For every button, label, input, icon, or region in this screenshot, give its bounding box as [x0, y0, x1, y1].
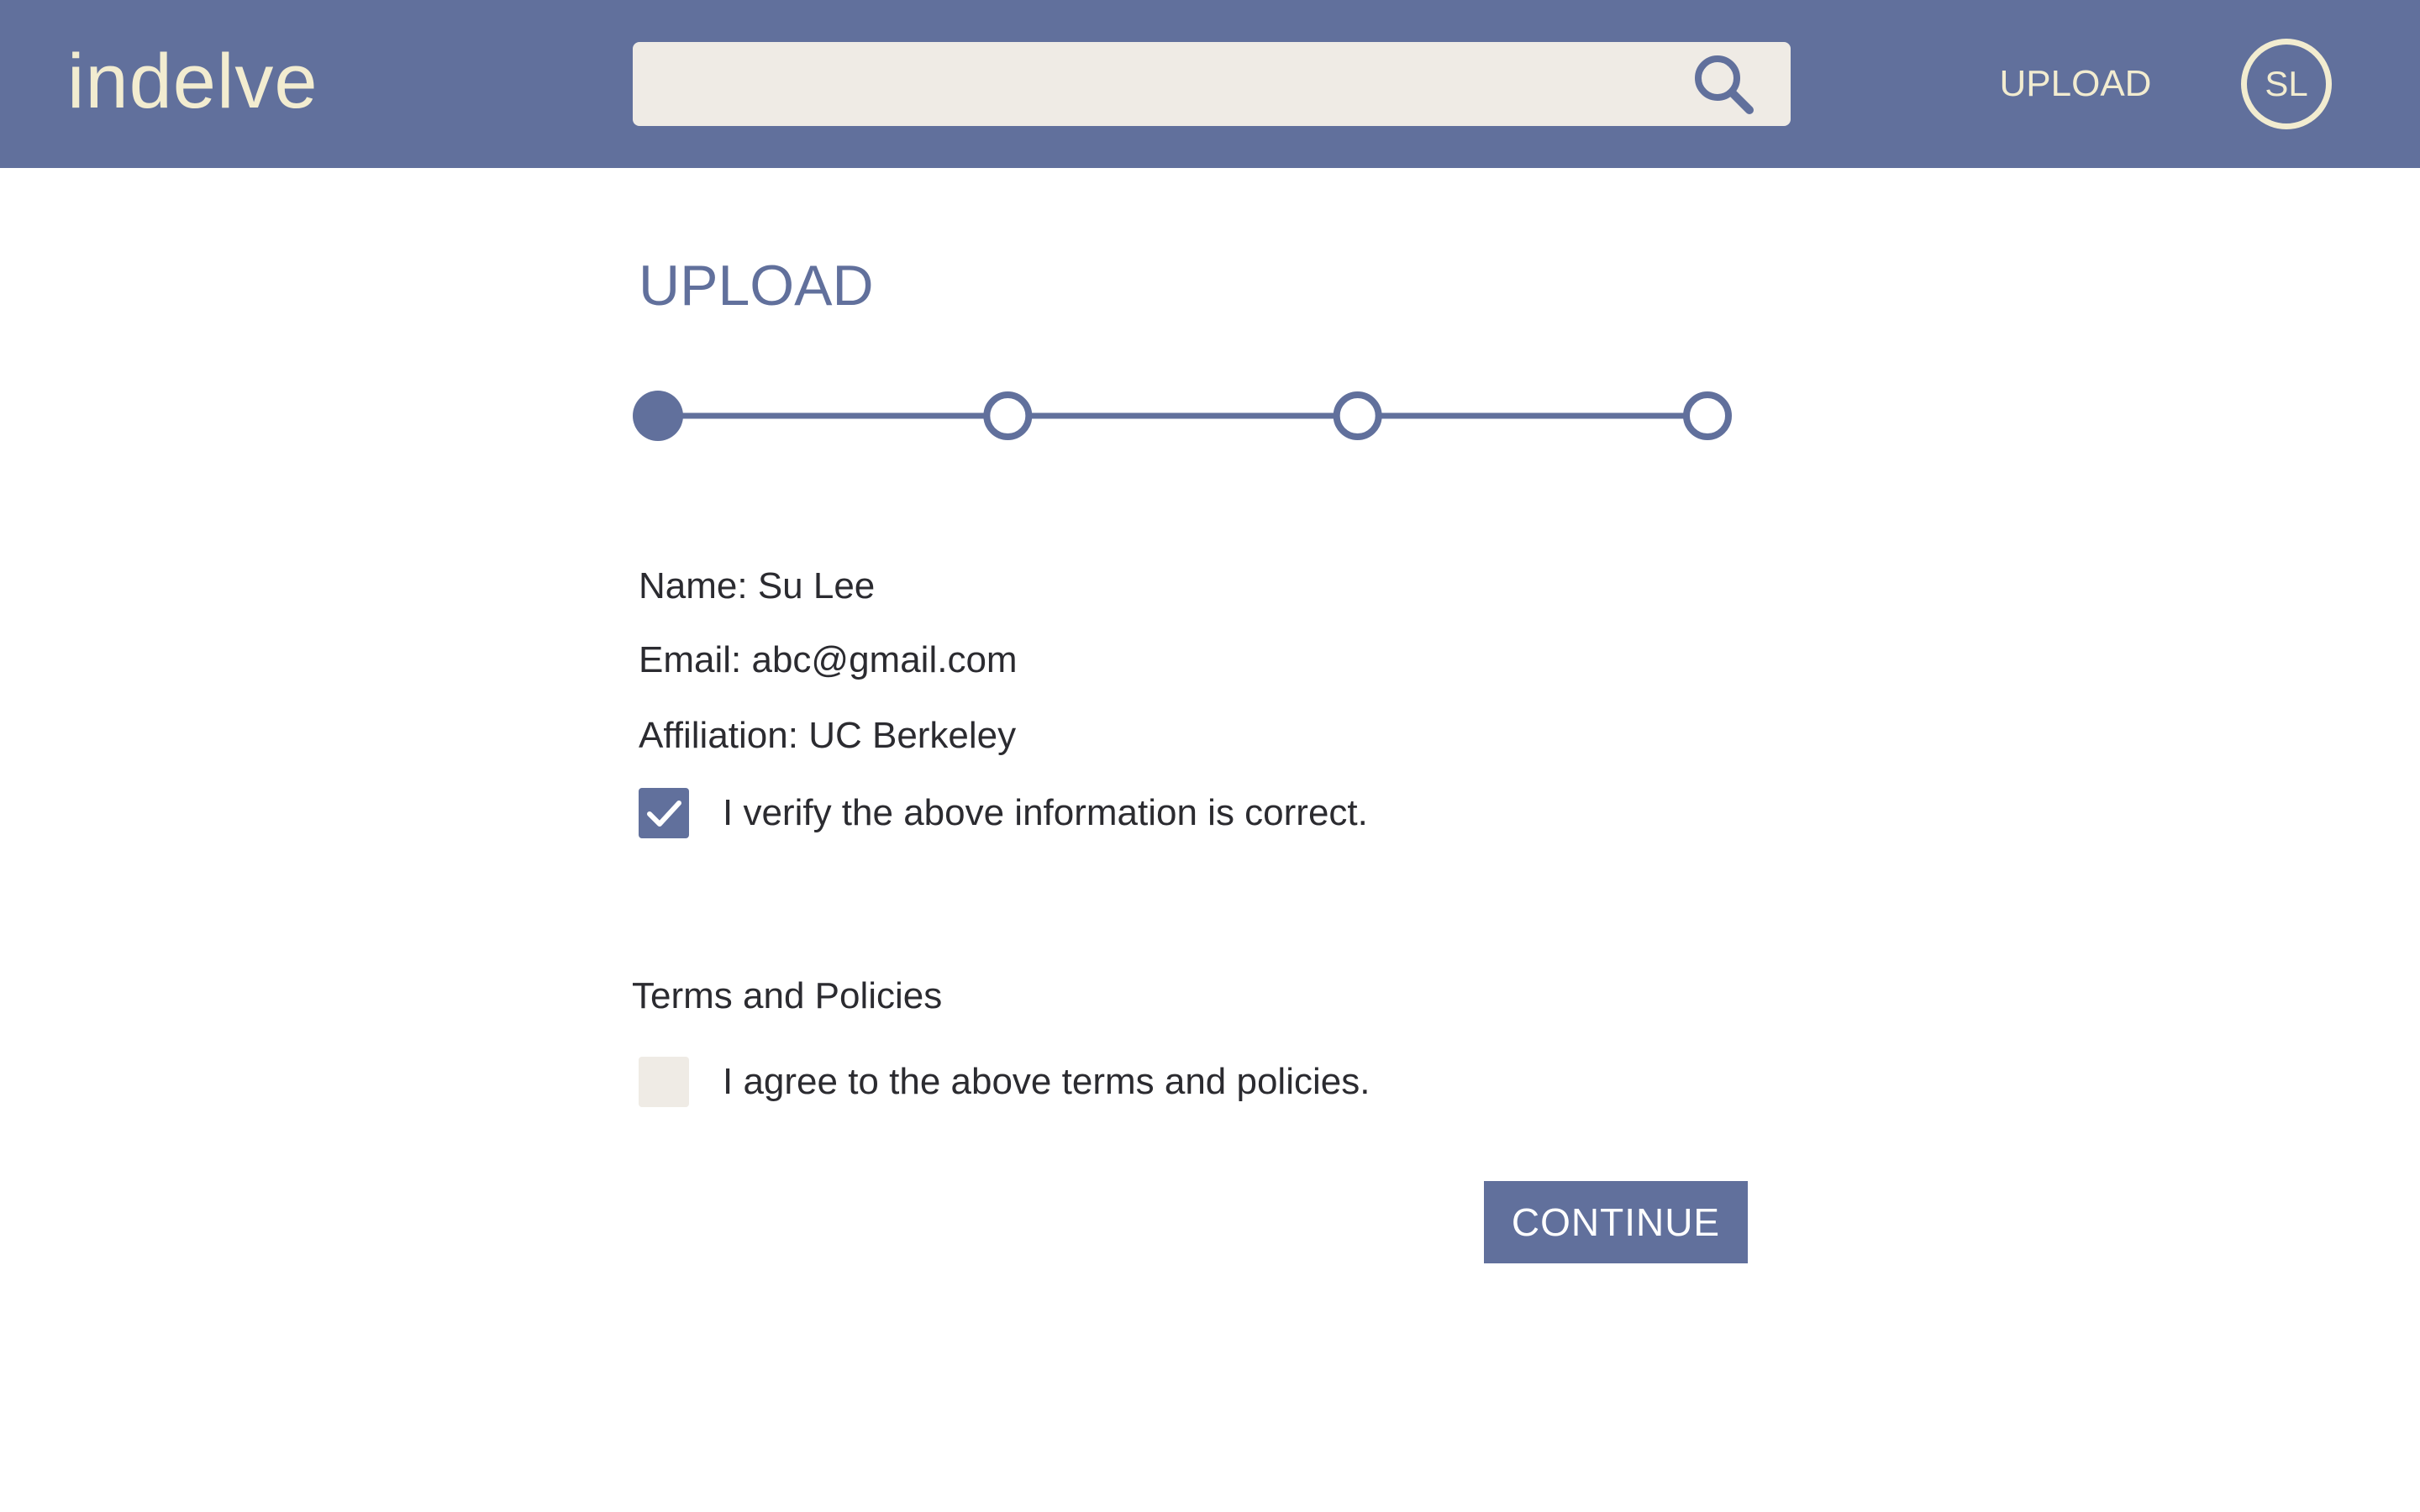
nav-upload-link[interactable]: UPLOAD: [1983, 59, 2168, 109]
verify-checkbox[interactable]: [639, 788, 689, 838]
info-email: Email: abc@gmail.com: [639, 639, 1018, 680]
info-name: Name: Su Lee: [639, 565, 876, 606]
search-icon[interactable]: [1687, 48, 1760, 120]
terms-heading: Terms and Policies: [632, 975, 943, 1016]
stepper-step-4: [1683, 391, 1732, 440]
terms-checkbox[interactable]: [639, 1057, 689, 1107]
continue-button[interactable]: CONTINUE: [1484, 1181, 1748, 1263]
user-avatar[interactable]: SL: [2241, 39, 2332, 129]
info-affiliation: Affiliation: UC Berkeley: [639, 715, 1017, 756]
app-logo[interactable]: indelve: [67, 35, 318, 128]
verify-label[interactable]: I verify the above information is correc…: [723, 788, 1368, 838]
stepper-step-3: [1333, 391, 1382, 440]
top-navigation-bar: indelve UPLOAD SL: [0, 0, 2420, 168]
terms-label[interactable]: I agree to the above terms and policies.: [723, 1057, 1370, 1107]
stepper-step-1: [633, 391, 683, 441]
checkmark-icon: [647, 801, 681, 827]
search-input[interactable]: [633, 42, 1675, 126]
search-bar[interactable]: [633, 42, 1791, 126]
page-title: UPLOAD: [639, 254, 874, 318]
stepper-step-2: [983, 391, 1033, 440]
progress-stepper: [633, 391, 1732, 441]
